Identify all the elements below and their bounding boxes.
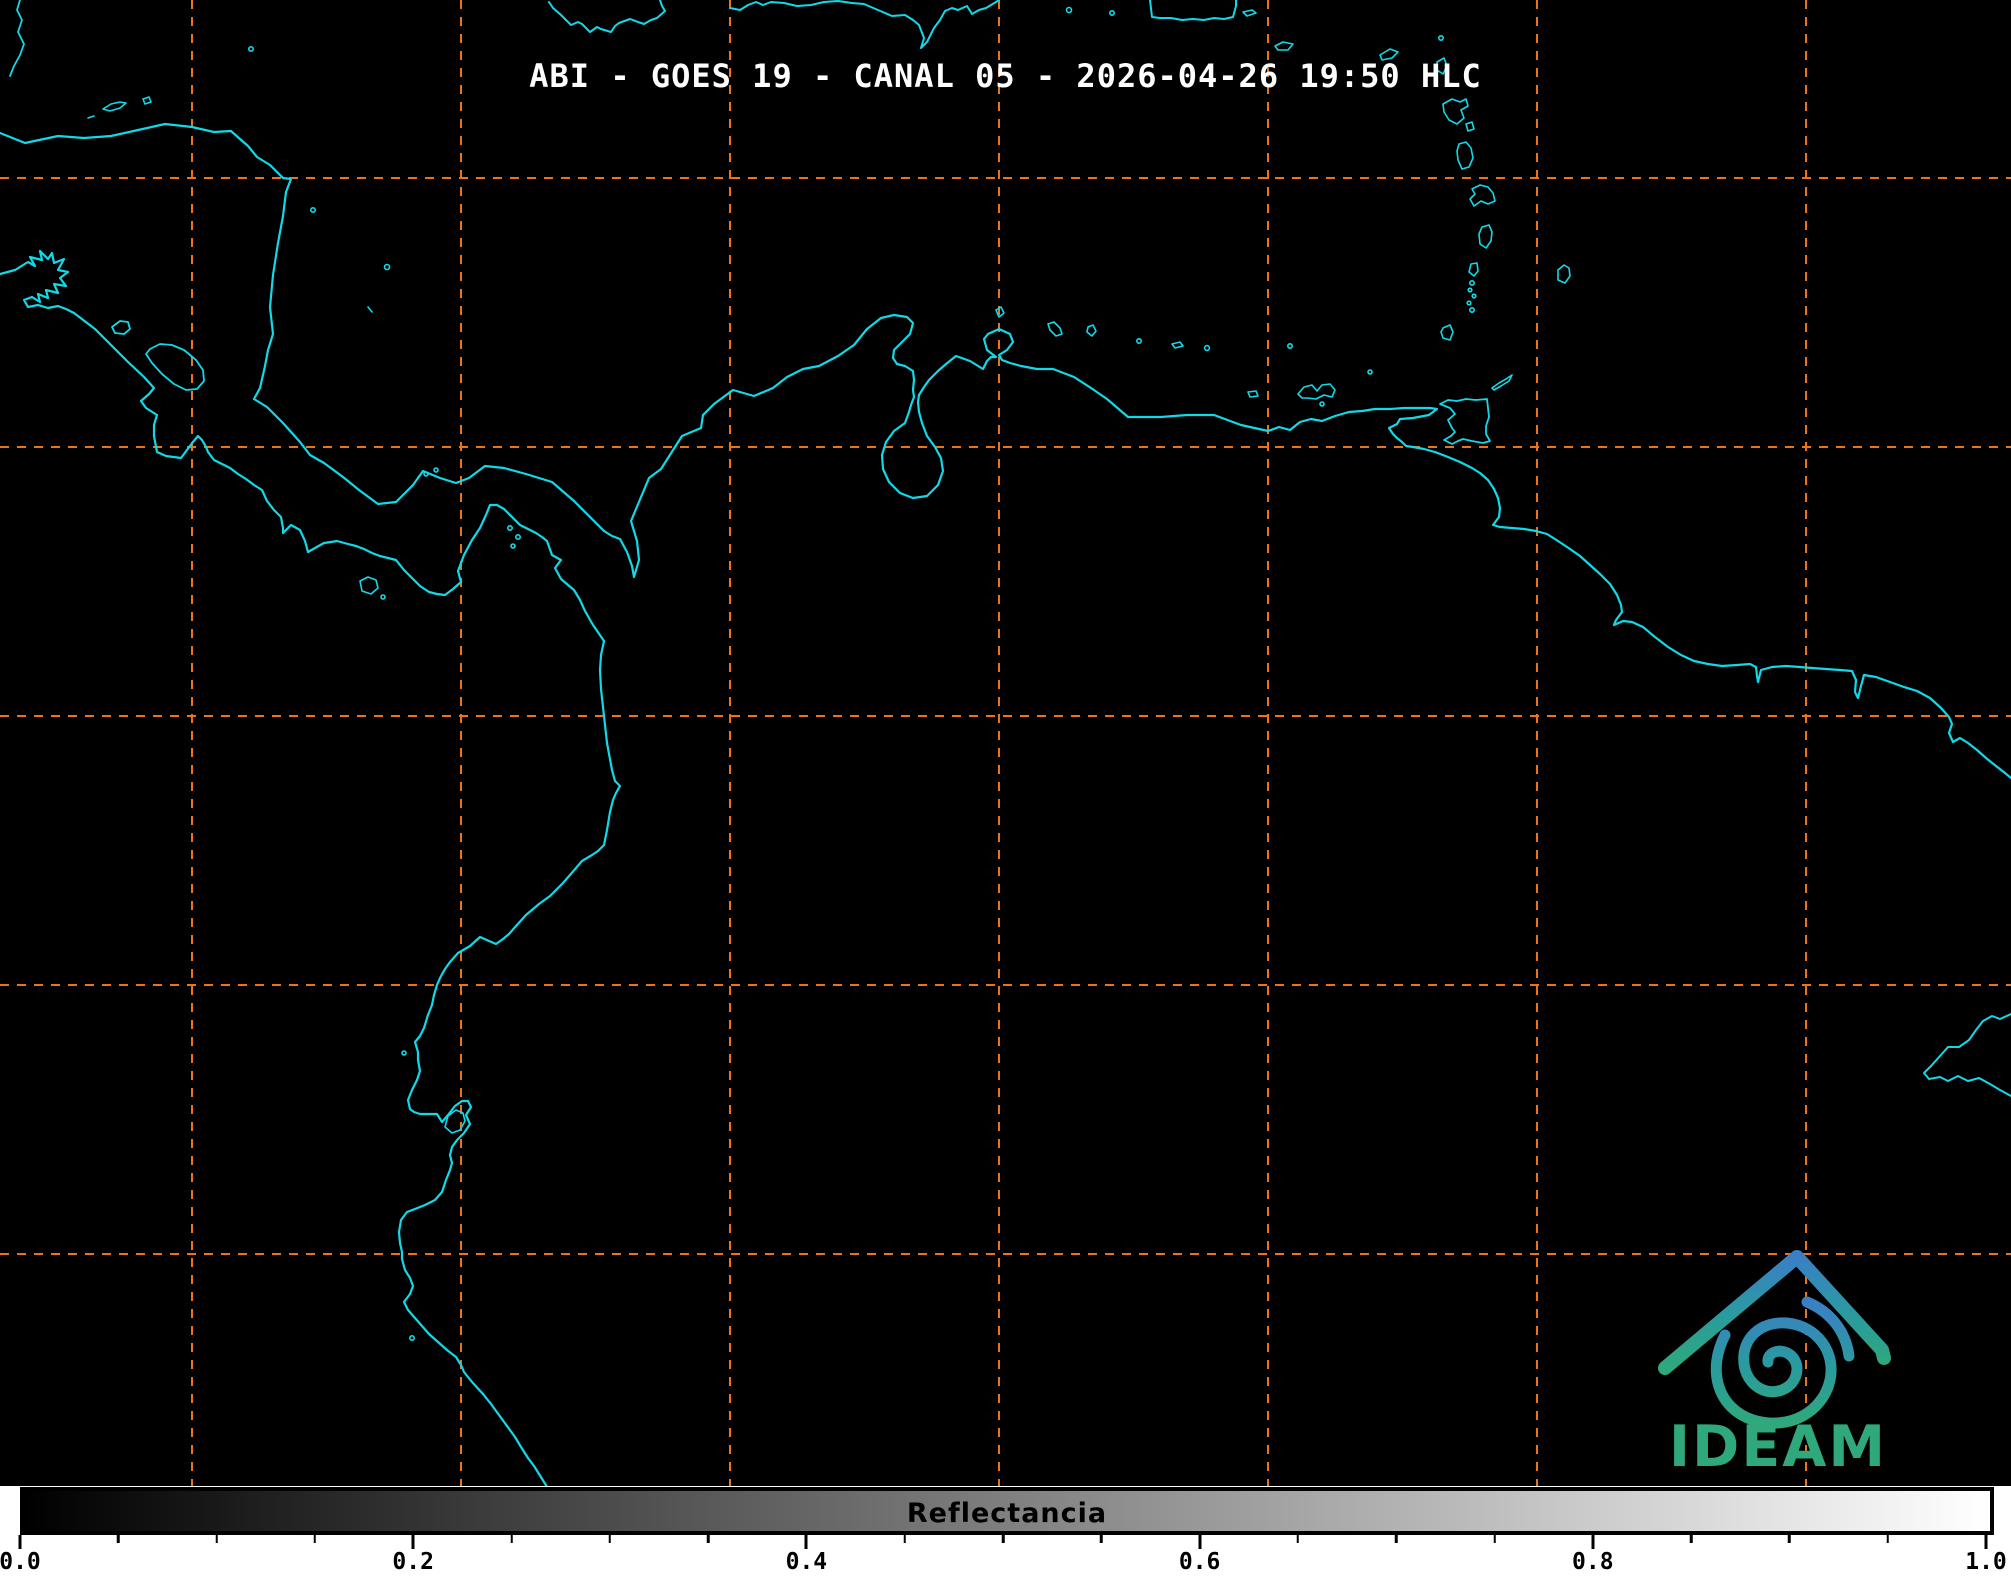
logo-wordmark: IDEAM	[1669, 1414, 1887, 1480]
coastline-la-tortuga	[1247, 390, 1259, 398]
coastline-st-croix	[1274, 41, 1294, 51]
coastline-pacific-coast-fonseca-to-peru	[0, 249, 622, 1486]
major-tick	[18, 1535, 22, 1549]
coastline-trinidad	[1439, 398, 1491, 445]
tick-label-1.0: 1.0	[1965, 1549, 2007, 1575]
coastline-bonaire	[1086, 324, 1097, 337]
island-dot-la-plata	[401, 1050, 407, 1056]
island-dot-las-aves	[1136, 337, 1143, 344]
map-canvas: IDEAM	[0, 0, 2011, 1486]
minor-tick	[1788, 1535, 1791, 1543]
minor-tick	[1493, 1535, 1496, 1543]
island-dot-grenadine-5	[1469, 306, 1476, 313]
tick-label-0.6: 0.6	[1178, 1549, 1221, 1575]
logo-swirl-icon	[1710, 1296, 1855, 1429]
island-dot-la-orchila	[1203, 344, 1211, 352]
coastline-curacao	[1047, 321, 1063, 337]
coastline-vieques	[1242, 9, 1257, 17]
major-tick	[804, 1535, 808, 1549]
coastline-puerto-rico-south-coast	[1149, 0, 1237, 21]
island-dot-la-blanquilla	[1287, 342, 1294, 349]
satellite-map: IDEAM ABI - GOES 19 - CANAL 05 - 2026-04…	[0, 0, 2011, 1486]
coastline-los-roques	[1171, 341, 1184, 349]
coastline-belize-coast-fragment	[9, 0, 25, 77]
coastline-grenada	[1440, 324, 1454, 341]
tick-label-0.0: 0.0	[0, 1549, 41, 1575]
colorbar-gradient: Reflectancia	[20, 1487, 1994, 1535]
minor-tick	[510, 1535, 513, 1543]
island-dot-mona	[1109, 10, 1116, 17]
minor-tick	[608, 1535, 612, 1543]
coastline-isla-margarita	[1297, 383, 1336, 400]
major-tick	[1984, 1535, 1988, 1549]
coastline-guadeloupe	[1442, 98, 1469, 125]
coastline-guanaja	[142, 96, 152, 105]
island-dot-pearl-island-1	[506, 524, 513, 531]
minor-tick	[1001, 1535, 1005, 1543]
minor-tick	[215, 1535, 218, 1543]
coastline-martinique	[1469, 184, 1496, 207]
coastline-antigua-fragment-b	[1436, 57, 1448, 75]
coastline-lake-nicaragua	[145, 343, 205, 391]
coastline-roatan	[102, 101, 127, 112]
coastline-jamaica-south-coast	[548, 0, 666, 33]
island-dot-bocas-islet-1	[423, 471, 429, 477]
island-dot-bocas-islet-2	[433, 467, 439, 473]
island-dot-grenadine-4	[1466, 300, 1472, 306]
tick-label-0.8: 0.8	[1572, 1549, 1614, 1575]
coastline-marie-galante	[1465, 121, 1475, 132]
coastline-st-lucia	[1478, 224, 1493, 249]
colorbar-tick-labels: 0.0 0.2 0.4 0.6 0.8 1.0	[0, 1549, 2007, 1577]
island-dot-coche	[1319, 401, 1325, 407]
coastline-utila	[87, 115, 95, 119]
coastline-barbados	[1557, 264, 1571, 284]
island-dot-saona	[1065, 6, 1073, 14]
island-dot-barbuda	[1438, 34, 1445, 41]
island-dot-grenadine-3	[1471, 293, 1477, 299]
island-dot-coiba-islet	[380, 594, 386, 600]
coastline-dominica	[1456, 141, 1474, 170]
coastline-lake-managua	[111, 320, 131, 335]
colorbar-label: Reflectancia	[906, 1498, 1108, 1529]
graticule-gridlines	[0, 0, 2011, 1486]
minor-tick	[117, 1535, 120, 1543]
coastline-hispaniola-south-coast	[729, 0, 1000, 49]
island-dot-swan-island	[248, 45, 255, 52]
tick-label-0.2: 0.2	[392, 1549, 434, 1575]
island-dot-los-testigos	[1367, 369, 1373, 375]
minor-tick	[1100, 1535, 1103, 1543]
minor-tick	[1296, 1535, 1300, 1543]
major-tick	[411, 1535, 415, 1549]
colorbar-area: Reflectancia 0.0 0.2 0.4 0.6 0.8 1.0	[0, 1486, 2011, 1577]
island-dot-pearl-island-2	[514, 533, 521, 540]
island-dot-pearl-island-3	[510, 543, 516, 549]
minor-tick	[1394, 1535, 1398, 1543]
coastline-tobago	[1491, 374, 1513, 391]
coastlines	[0, 0, 2011, 1486]
island-dot-providencia	[383, 263, 391, 271]
small-islands	[248, 6, 1477, 1342]
coastline-coiba	[359, 576, 379, 595]
minor-tick	[1886, 1535, 1889, 1543]
island-dot-miskito-cay	[309, 207, 316, 214]
minor-tick	[313, 1535, 317, 1543]
ideam-logo: IDEAM	[1658, 1250, 1891, 1480]
coastline-brazil-amazon-coast-fragment	[1923, 1013, 2011, 1097]
coastline-st-vincent	[1468, 262, 1479, 277]
minor-tick	[1689, 1535, 1693, 1543]
major-tick	[1198, 1535, 1202, 1549]
coastline-san-andres	[367, 306, 373, 313]
island-dot-grenadine-2	[1467, 287, 1473, 293]
satellite-image-viewer: IDEAM ABI - GOES 19 - CANAL 05 - 2026-04…	[0, 0, 2011, 1577]
minor-tick	[706, 1535, 710, 1543]
minor-tick	[903, 1535, 906, 1543]
tick-label-0.4: 0.4	[785, 1549, 828, 1575]
island-dot-grenadine-1	[1469, 279, 1476, 286]
coastline-caribbean-mainland-honduras-to-guianas	[0, 122, 2011, 780]
coastline-antigua-fragment-a	[1379, 48, 1399, 61]
major-tick	[1591, 1535, 1595, 1549]
island-dot-lobos-de-tierra	[408, 1335, 415, 1342]
